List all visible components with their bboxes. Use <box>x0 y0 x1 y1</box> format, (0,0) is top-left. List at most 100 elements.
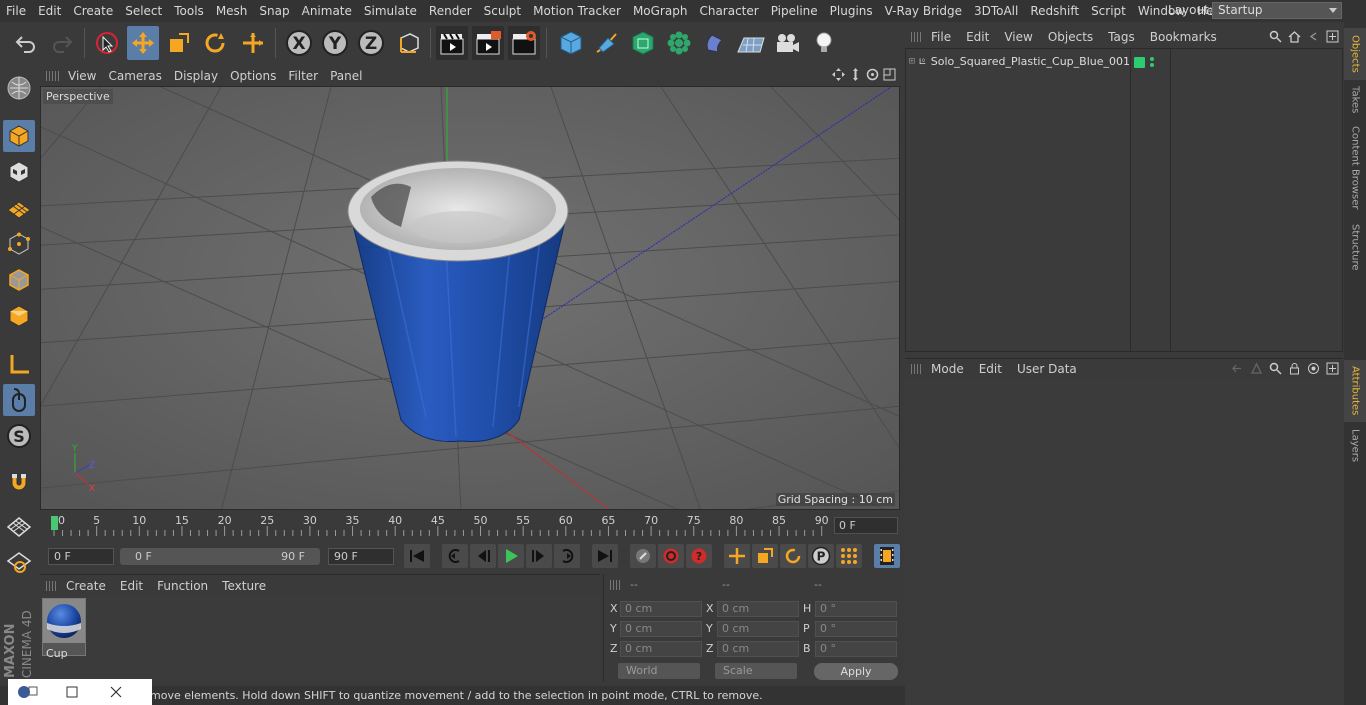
zoom-view-icon[interactable] <box>849 68 862 81</box>
autokeying-button[interactable] <box>658 544 684 568</box>
menu-edit[interactable]: Edit <box>32 4 67 18</box>
tweak-mode-button[interactable] <box>3 384 35 416</box>
coordinate-system-button[interactable] <box>393 26 425 60</box>
undo-button[interactable] <box>10 26 42 60</box>
object-menu-objects[interactable]: Objects <box>1048 30 1093 44</box>
tab-content-browser[interactable]: Content Browser <box>1344 122 1366 214</box>
menu-script[interactable]: Script <box>1085 4 1132 18</box>
z-axis-lock-button[interactable]: Z <box>355 26 387 60</box>
position-key-button[interactable] <box>724 544 750 568</box>
go-to-start-button[interactable] <box>404 544 430 568</box>
search-icon[interactable] <box>1269 30 1282 43</box>
menu-plugins[interactable]: Plugins <box>824 4 879 18</box>
close-icon[interactable] <box>106 682 126 702</box>
menu-select[interactable]: Select <box>119 4 168 18</box>
material-menu-create[interactable]: Create <box>66 579 106 593</box>
new-panel-icon[interactable] <box>1326 362 1339 375</box>
viewport-menu-filter[interactable]: Filter <box>288 69 326 83</box>
frame-ruler[interactable]: 0 5 10 15 20 25 30 35 40 45 50 55 60 65 70 75 80 85 90 <box>48 512 828 540</box>
visibility-dots-icon[interactable] <box>1149 56 1155 68</box>
timeline-window-button[interactable] <box>874 544 900 568</box>
render-view-button[interactable] <box>436 26 468 60</box>
axis-mode-button[interactable] <box>3 348 35 380</box>
target-icon[interactable] <box>1307 362 1320 375</box>
attribute-menu-mode[interactable]: Mode <box>931 362 964 376</box>
home-icon[interactable] <box>1288 30 1301 43</box>
menu-tools[interactable]: Tools <box>168 4 210 18</box>
texture-mode-button[interactable] <box>3 156 35 188</box>
up-arrow-icon[interactable] <box>1250 362 1263 375</box>
playhead[interactable] <box>51 516 58 530</box>
material-menu-edit[interactable]: Edit <box>120 579 143 593</box>
coord-size-y-field[interactable]: 0 cm <box>717 621 799 637</box>
viewport-menu-cameras[interactable]: Cameras <box>108 69 169 83</box>
material-swatch-cup[interactable]: Cup <box>42 598 86 660</box>
next-keyframe-button[interactable] <box>554 544 580 568</box>
object-menu-view[interactable]: View <box>1004 30 1032 44</box>
points-mode-button[interactable] <box>3 228 35 260</box>
menu-animate[interactable]: Animate <box>296 4 358 18</box>
tab-layers[interactable]: Layers <box>1344 426 1366 466</box>
search-icon[interactable] <box>1269 362 1282 375</box>
workplane-mode-button[interactable] <box>3 192 35 224</box>
viewport-menu-display[interactable]: Display <box>174 69 226 83</box>
app-icon[interactable] <box>14 682 42 702</box>
next-frame-button[interactable] <box>526 544 552 568</box>
viewport-menu-options[interactable]: Options <box>230 69 284 83</box>
go-to-end-button[interactable] <box>592 544 618 568</box>
viewport-menu-view[interactable]: View <box>68 69 104 83</box>
new-panel-icon[interactable] <box>1326 30 1339 43</box>
snapping-button[interactable] <box>3 466 35 498</box>
record-active-objects-button[interactable] <box>630 544 656 568</box>
edges-mode-button[interactable] <box>3 264 35 296</box>
model-mode-button[interactable] <box>3 120 35 152</box>
object-row[interactable]: 0 Solo_Squared_Plastic_Cup_Blue_001 <box>906 52 1130 70</box>
menu-redshift[interactable]: Redshift <box>1024 4 1085 18</box>
attribute-menu-user-data[interactable]: User Data <box>1017 362 1077 376</box>
expand-plus-icon[interactable] <box>909 55 915 67</box>
coord-size-z-field[interactable]: 0 cm <box>717 641 799 657</box>
coord-size-mode-dropdown[interactable]: Scale <box>715 663 797 679</box>
end-frame-field[interactable]: 90 F <box>328 548 394 565</box>
maximize-icon[interactable] <box>62 682 82 702</box>
menu-mograph[interactable]: MoGraph <box>627 4 694 18</box>
object-menu-bookmarks[interactable]: Bookmarks <box>1150 30 1217 44</box>
cloner-button[interactable] <box>663 26 695 60</box>
back-icon[interactable] <box>1307 30 1320 43</box>
3d-viewport[interactable]: Y Z X Perspective Grid Spacing : 10 cm <box>40 86 900 510</box>
object-menu-tags[interactable]: Tags <box>1108 30 1135 44</box>
timeline-ruler[interactable]: 0 5 10 15 20 25 30 35 40 45 50 55 60 65 70 75 80 85 90 0 F <box>40 512 900 540</box>
previous-frame-button[interactable] <box>470 544 496 568</box>
solo-button[interactable]: S <box>3 420 35 452</box>
menu-mesh[interactable]: Mesh <box>210 4 254 18</box>
rotate-tool-button[interactable] <box>199 26 231 60</box>
menu-vray-bridge[interactable]: V-Ray Bridge <box>879 4 968 18</box>
lock-icon[interactable] <box>1288 362 1301 375</box>
play-button[interactable] <box>498 544 524 568</box>
menu-create[interactable]: Create <box>67 4 119 18</box>
pan-view-icon[interactable] <box>832 68 845 81</box>
preview-range-slider[interactable]: 0 F 90 F <box>120 548 320 565</box>
object-name[interactable]: Solo_Squared_Plastic_Cup_Blue_001 <box>931 55 1130 68</box>
tab-structure[interactable]: Structure <box>1344 218 1366 276</box>
menu-snap[interactable]: Snap <box>253 4 295 18</box>
menu-sculpt[interactable]: Sculpt <box>478 4 527 18</box>
tab-takes[interactable]: Takes <box>1344 82 1366 118</box>
redo-button[interactable] <box>46 26 78 60</box>
subdivision-surface-button[interactable] <box>627 26 659 60</box>
material-menu-texture[interactable]: Texture <box>222 579 266 593</box>
object-menu-edit[interactable]: Edit <box>966 30 989 44</box>
tab-objects[interactable]: Objects <box>1344 28 1366 80</box>
previous-keyframe-button[interactable] <box>442 544 468 568</box>
cube-object-button[interactable] <box>555 26 587 60</box>
coord-pos-z-field[interactable]: 0 cm <box>620 641 702 657</box>
scale-tool-button[interactable] <box>163 26 195 60</box>
object-menu-file[interactable]: File <box>931 30 951 44</box>
viewport-menu-panel[interactable]: Panel <box>330 69 370 83</box>
floor-button[interactable] <box>735 26 767 60</box>
coord-pos-x-field[interactable]: 0 cm <box>620 601 702 617</box>
coord-rot-h-field[interactable]: 0 ° <box>815 601 897 617</box>
coord-rot-b-field[interactable]: 0 ° <box>815 641 897 657</box>
coord-mode-dropdown[interactable]: World <box>618 663 700 679</box>
menu-simulate[interactable]: Simulate <box>358 4 423 18</box>
